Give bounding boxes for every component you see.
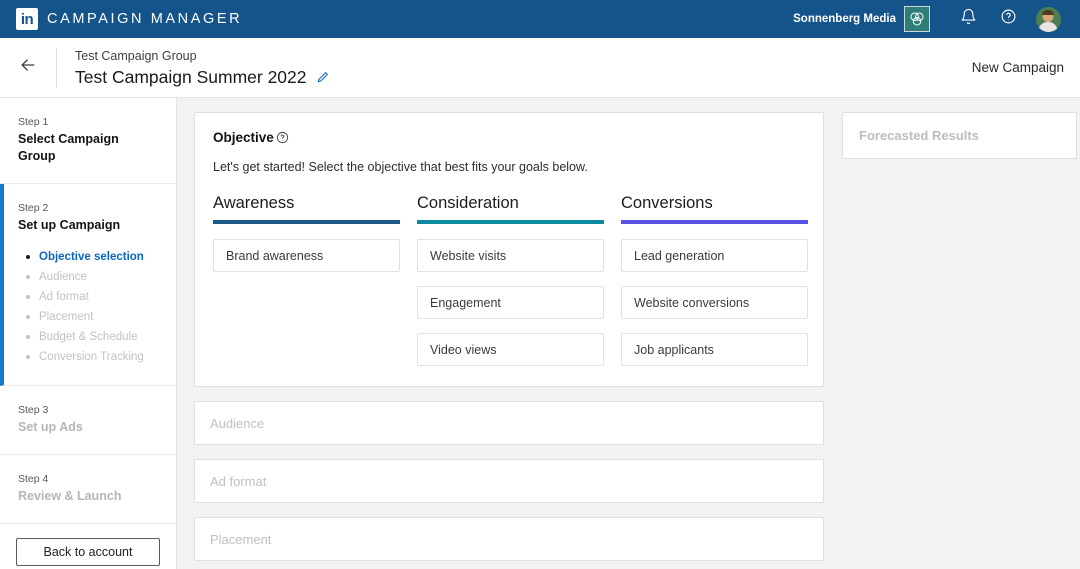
campaign-group-name: Test Campaign Group — [75, 48, 197, 63]
step-kicker: Step 1 — [18, 116, 49, 128]
step-kicker: Step 2 — [18, 202, 49, 214]
objective-column-consideration: Consideration Website visits Engagement … — [417, 192, 604, 366]
column-title: Consideration — [417, 194, 519, 212]
pencil-edit-icon[interactable] — [316, 70, 330, 84]
product-name: CAMPAIGN MANAGER — [47, 11, 243, 27]
question-circle-icon — [1000, 8, 1017, 30]
section-card-ad-format[interactable]: Ad format — [194, 459, 824, 503]
user-avatar — [1035, 6, 1061, 32]
objective-card: Objective Let's get started! Select the … — [194, 112, 824, 387]
column-title: Conversions — [621, 194, 713, 212]
column-rule — [213, 220, 400, 224]
step-title: Set up Ads — [18, 420, 83, 434]
sidebar-step-2[interactable]: Step 2 Set up Campaign Objective selecti… — [0, 184, 176, 386]
step-title: Select Campaign Group — [18, 132, 119, 163]
account-monogram-icon — [904, 6, 930, 32]
sidebar-footer: Back to account — [0, 524, 176, 569]
column-rule — [417, 220, 604, 224]
campaign-header: Test Campaign Group Test Campaign Summer… — [0, 38, 1080, 98]
step-kicker: Step 3 — [18, 404, 49, 416]
objective-option-engagement[interactable]: Engagement — [417, 286, 604, 319]
sidebar-step-1[interactable]: Step 1 Select Campaign Group — [0, 98, 176, 184]
header-divider — [56, 47, 57, 88]
arrow-left-icon — [18, 55, 38, 80]
page-body: Step 1 Select Campaign Group Step 2 Set … — [0, 98, 1080, 569]
help-button[interactable] — [988, 0, 1028, 38]
objective-option-video-views[interactable]: Video views — [417, 333, 604, 366]
avatar-hair — [1042, 9, 1054, 15]
avatar-body — [1038, 21, 1058, 32]
substep-list: Objective selection Audience Ad format P… — [18, 247, 158, 367]
sidebar-item-conversion-tracking[interactable]: Conversion Tracking — [26, 347, 158, 367]
account-name: Sonnenberg Media — [793, 13, 896, 25]
objective-column-awareness: Awareness Brand awareness — [213, 192, 400, 366]
step-title: Review & Launch — [18, 489, 122, 503]
sidebar-item-ad-format[interactable]: Ad format — [26, 287, 158, 307]
objective-heading: Objective — [213, 130, 274, 145]
main-content: Objective Let's get started! Select the … — [177, 98, 1080, 569]
objective-option-lead-generation[interactable]: Lead generation — [621, 239, 808, 272]
account-switcher[interactable]: Sonnenberg Media — [793, 6, 948, 32]
objective-option-job-applicants[interactable]: Job applicants — [621, 333, 808, 366]
bell-icon — [960, 8, 977, 30]
objective-columns: Awareness Brand awareness Consideration … — [213, 192, 808, 366]
sidebar-item-budget-schedule[interactable]: Budget & Schedule — [26, 327, 158, 347]
objective-option-website-visits[interactable]: Website visits — [417, 239, 604, 272]
new-campaign-label[interactable]: New Campaign — [972, 60, 1064, 75]
objective-option-website-conversions[interactable]: Website conversions — [621, 286, 808, 319]
top-navigation-bar: in CAMPAIGN MANAGER Sonnenberg Media — [0, 0, 1080, 38]
objective-option-brand-awareness[interactable]: Brand awareness — [213, 239, 400, 272]
section-card-placement[interactable]: Placement — [194, 517, 824, 561]
right-rail: Forecasted Results — [842, 112, 1077, 569]
back-button[interactable] — [0, 38, 56, 98]
brand-lockup[interactable]: in CAMPAIGN MANAGER — [16, 8, 242, 30]
step-title: Set up Campaign — [18, 218, 121, 232]
notifications-button[interactable] — [948, 0, 988, 38]
sidebar-item-placement[interactable]: Placement — [26, 307, 158, 327]
question-circle-icon[interactable] — [276, 131, 289, 144]
step-sidebar: Step 1 Select Campaign Group Step 2 Set … — [0, 98, 177, 569]
forecasted-results-panel[interactable]: Forecasted Results — [842, 112, 1077, 159]
linkedin-logo-icon: in — [16, 8, 38, 30]
breadcrumb: Test Campaign Group Test Campaign Summer… — [75, 48, 330, 88]
objective-heading-row: Objective — [213, 130, 805, 145]
top-bar-actions: Sonnenberg Media — [793, 0, 1068, 38]
page-title: Test Campaign Summer 2022 — [75, 66, 307, 87]
objective-subtitle: Let's get started! Select the objective … — [213, 160, 588, 174]
objective-column-conversions: Conversions Lead generation Website conv… — [621, 192, 808, 366]
step-kicker: Step 4 — [18, 473, 49, 485]
campaign-title-row: Test Campaign Summer 2022 — [75, 66, 330, 88]
sidebar-item-audience[interactable]: Audience — [26, 267, 158, 287]
main-column: Objective Let's get started! Select the … — [194, 112, 824, 569]
column-title: Awareness — [213, 194, 295, 212]
column-rule — [621, 220, 808, 224]
back-to-account-button[interactable]: Back to account — [16, 538, 160, 566]
section-card-audience[interactable]: Audience — [194, 401, 824, 445]
sidebar-step-4[interactable]: Step 4 Review & Launch — [0, 455, 176, 524]
profile-menu-button[interactable] — [1028, 0, 1068, 38]
sidebar-item-objective-selection[interactable]: Objective selection — [26, 247, 158, 267]
sidebar-step-3[interactable]: Step 3 Set up Ads — [0, 386, 176, 455]
